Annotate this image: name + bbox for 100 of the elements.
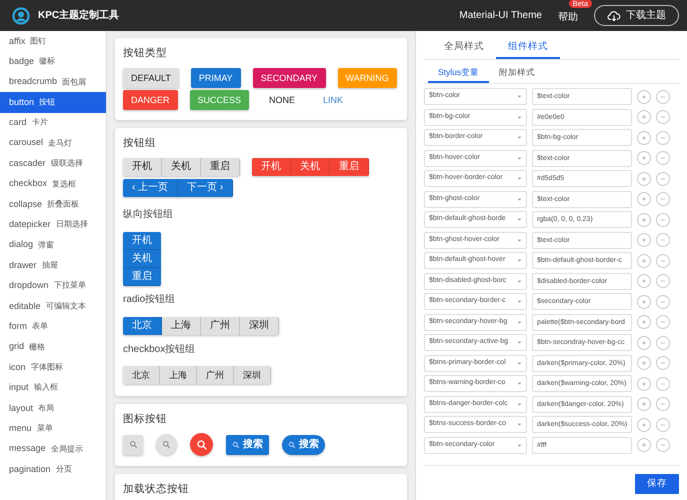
group-button[interactable]: 开机: [123, 232, 161, 250]
add-button[interactable]: [637, 376, 651, 391]
group-button[interactable]: 重启: [330, 158, 369, 176]
sidebar-item[interactable]: collapse 折叠面板: [0, 194, 106, 215]
remove-button[interactable]: [656, 90, 670, 104]
sidebar-item[interactable]: grid 栅格: [0, 336, 106, 358]
help-link[interactable]: 帮助: [558, 12, 578, 23]
sidebar-item[interactable]: button 按钮: [0, 92, 106, 113]
remove-button[interactable]: [656, 336, 670, 350]
group-button[interactable]: 重启: [123, 268, 161, 286]
tab[interactable]: Stylus变量: [428, 64, 490, 84]
sidebar-item[interactable]: card 卡片: [0, 112, 106, 134]
remove-button[interactable]: [656, 192, 670, 206]
add-button[interactable]: [637, 274, 651, 288]
remove-button[interactable]: [656, 438, 670, 452]
default-button[interactable]: DEFAULT: [123, 68, 179, 88]
remove-button[interactable]: [656, 397, 670, 412]
remove-button[interactable]: [656, 130, 670, 145]
radio-button[interactable]: 广州: [201, 316, 240, 335]
remove-button[interactable]: [656, 418, 670, 432]
group-button[interactable]: 下一页 ›: [178, 178, 234, 197]
sidebar-item[interactable]: dropdown 下拉菜单: [0, 276, 106, 296]
group-button[interactable]: 关机: [162, 158, 201, 176]
add-button[interactable]: [637, 90, 651, 104]
remove-button[interactable]: [656, 233, 670, 248]
sidebar-item[interactable]: badge 徽标: [0, 51, 106, 72]
add-button[interactable]: [637, 418, 651, 432]
group-button[interactable]: 开机: [252, 158, 291, 176]
tab[interactable]: 全局样式: [432, 37, 496, 60]
remove-button[interactable]: [656, 212, 670, 227]
sidebar-item[interactable]: cascader 级联选择: [0, 153, 106, 174]
sidebar-item[interactable]: editable 可编辑文本: [0, 296, 106, 317]
remove-button[interactable]: [656, 376, 670, 391]
remove-button[interactable]: [656, 110, 670, 124]
radio-button[interactable]: 深圳: [240, 316, 279, 335]
sidebar-item[interactable]: carousel 走马灯: [0, 133, 106, 154]
group-button[interactable]: 关机: [123, 250, 161, 268]
add-button[interactable]: [637, 130, 651, 145]
sidebar-item[interactable]: affix 图钉: [0, 31, 106, 52]
radio-button[interactable]: 上海: [162, 316, 201, 335]
secondary-button[interactable]: SECONDARY: [252, 68, 326, 88]
remove-button[interactable]: [656, 294, 670, 309]
group-button[interactable]: ‹ 上一页: [123, 178, 178, 197]
sidebar-item[interactable]: layout 布局: [0, 398, 106, 418]
radio-button[interactable]: 北京: [123, 316, 162, 335]
add-button[interactable]: [637, 438, 651, 452]
save-button[interactable]: 保存: [635, 474, 679, 494]
add-button[interactable]: [637, 110, 651, 124]
checkbox-button[interactable]: 上海: [160, 366, 197, 384]
none-button[interactable]: NONE: [261, 90, 304, 110]
plus-icon: [640, 318, 648, 326]
group-button[interactable]: 开机: [123, 158, 162, 176]
danger-button[interactable]: DANGER: [123, 90, 178, 110]
sidebar-item[interactable]: icon 字体图标: [0, 357, 106, 378]
checkbox-button[interactable]: 北京: [123, 366, 160, 384]
tab[interactable]: 附加样式: [489, 64, 546, 84]
remove-button[interactable]: [656, 356, 670, 370]
remove-button[interactable]: [656, 274, 670, 288]
add-button[interactable]: [637, 212, 651, 227]
search-button[interactable]: 搜索: [226, 434, 269, 455]
sidebar-item[interactable]: message 全局提示: [0, 438, 106, 460]
sidebar-item[interactable]: menu 菜单: [0, 418, 106, 439]
add-button[interactable]: [637, 192, 651, 206]
icon-button[interactable]: [190, 433, 213, 456]
add-button[interactable]: [637, 336, 651, 350]
caret-icon: [516, 380, 523, 388]
sidebar-item[interactable]: checkbox 复选框: [0, 174, 106, 194]
caret-icon: [516, 442, 523, 449]
link-button[interactable]: LINK: [315, 90, 352, 110]
tab[interactable]: 组件样式: [496, 37, 560, 60]
remove-button[interactable]: [656, 172, 670, 186]
icon-button[interactable]: [123, 434, 143, 455]
sidebar-item[interactable]: input 输入框: [0, 378, 106, 398]
sidebar-item[interactable]: dialog 弹窗: [0, 234, 106, 256]
sidebar-item[interactable]: drawer 抽屉: [0, 255, 106, 276]
plus-icon: [640, 154, 648, 162]
add-button[interactable]: [637, 315, 651, 330]
remove-button[interactable]: [656, 315, 670, 330]
add-button[interactable]: [637, 151, 651, 166]
add-button[interactable]: [637, 356, 651, 370]
add-button[interactable]: [637, 233, 651, 248]
add-button[interactable]: [637, 397, 651, 412]
primary-button[interactable]: PRIMAY: [190, 68, 241, 88]
checkbox-button[interactable]: 广州: [197, 366, 234, 384]
sidebar-item[interactable]: datepicker 日期选择: [0, 214, 106, 235]
checkbox-button[interactable]: 深圳: [234, 366, 271, 384]
add-button[interactable]: [637, 294, 651, 309]
add-button[interactable]: [637, 254, 651, 268]
remove-button[interactable]: [656, 151, 670, 166]
search-button[interactable]: 搜索: [282, 434, 325, 455]
sidebar-item[interactable]: breadcrumb 面包屑: [0, 72, 106, 92]
download-button[interactable]: 下载主题: [594, 5, 679, 26]
remove-button[interactable]: [656, 254, 670, 268]
group-button[interactable]: 重启: [201, 158, 240, 176]
add-button[interactable]: [637, 172, 651, 186]
sidebar-item[interactable]: pagination 分页: [0, 459, 106, 480]
group-button[interactable]: 关机: [291, 158, 330, 176]
icon-button[interactable]: [156, 434, 177, 456]
sidebar-item[interactable]: form 表单: [0, 316, 106, 337]
theme-link[interactable]: Material-UI Theme: [459, 8, 542, 24]
